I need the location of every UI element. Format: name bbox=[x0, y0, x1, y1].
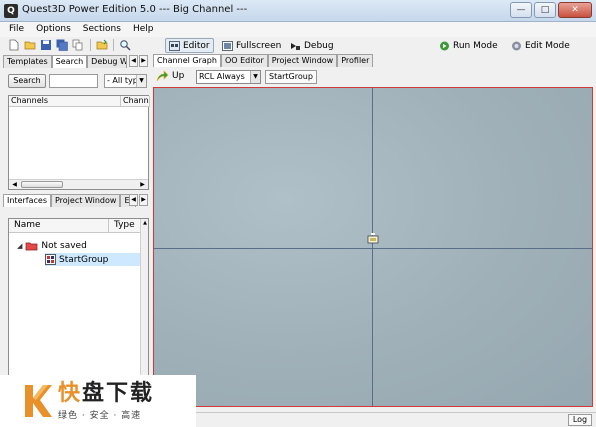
search-button[interactable]: Search bbox=[8, 74, 46, 88]
copy-icon[interactable] bbox=[72, 39, 84, 51]
channel-graph-canvas[interactable] bbox=[153, 87, 593, 407]
scroll-up-icon[interactable]: ▲ bbox=[141, 220, 149, 226]
right-panel: Channel Graph OO Editor Project Window P… bbox=[153, 54, 593, 412]
find-icon[interactable] bbox=[119, 39, 131, 51]
tree-item-label: StartGroup bbox=[59, 254, 109, 265]
left-top-tabs: Templates Search Debug Wi bbox=[3, 55, 128, 68]
tab-channel-graph[interactable]: Channel Graph bbox=[153, 54, 221, 67]
chevron-down-icon: ▼ bbox=[136, 75, 146, 87]
horizontal-axis-line bbox=[154, 248, 592, 249]
menu-bar: File Options Sections Help bbox=[0, 22, 596, 37]
menu-help[interactable]: Help bbox=[128, 22, 159, 37]
chevron-down-icon: ▼ bbox=[250, 71, 260, 83]
lower-tab-scroll-left-icon[interactable]: ◀ bbox=[129, 194, 138, 206]
fullscreen-icon bbox=[222, 40, 233, 51]
save-all-icon[interactable] bbox=[56, 39, 68, 51]
watermark-title-1: 快 bbox=[58, 380, 83, 406]
fullscreen-button[interactable]: Fullscreen bbox=[219, 38, 284, 53]
tree-item-startgroup[interactable]: StartGroup bbox=[45, 253, 141, 266]
column-channels[interactable]: Channels bbox=[9, 96, 121, 107]
project-icon bbox=[26, 242, 38, 251]
debug-icon bbox=[291, 42, 300, 50]
save-icon[interactable] bbox=[40, 39, 52, 51]
rcl-select[interactable]: RCL Always ▼ bbox=[196, 70, 261, 84]
close-button[interactable]: ✕ bbox=[558, 2, 592, 18]
tab-project-window[interactable]: Project Window bbox=[50, 194, 121, 207]
new-file-icon[interactable] bbox=[8, 39, 20, 51]
column-type[interactable]: Type bbox=[109, 219, 141, 233]
menu-sections[interactable]: Sections bbox=[78, 22, 126, 37]
tree-item-not-saved[interactable]: ◢ Not saved bbox=[17, 239, 87, 252]
canvas-background bbox=[154, 88, 592, 406]
open-folder-icon[interactable] bbox=[24, 39, 36, 51]
left-panel: Templates Search Debug Wi ◀ ▶ Search - A… bbox=[3, 54, 151, 411]
tab-profiler[interactable]: Profiler bbox=[337, 54, 374, 67]
startgroup-button[interactable]: StartGroup bbox=[265, 70, 317, 84]
run-mode-label: Run Mode bbox=[453, 40, 498, 51]
watermark-title: 快盘下载 bbox=[58, 380, 155, 406]
edit-mode-button[interactable]: Edit Mode bbox=[508, 38, 573, 53]
main-toolbar: Editor Fullscreen Debug Run Mode Edit Mo… bbox=[0, 37, 596, 53]
startgroup-node[interactable] bbox=[367, 233, 379, 244]
up-label: Up bbox=[172, 71, 185, 81]
watermark-title-2: 盘下载 bbox=[82, 380, 155, 406]
minimize-button[interactable]: — bbox=[510, 2, 532, 18]
channel-list[interactable]: Channels Channe ◀ ▶ bbox=[8, 95, 150, 190]
menu-options[interactable]: Options bbox=[31, 22, 76, 37]
tab-scroll-right-icon[interactable]: ▶ bbox=[139, 55, 148, 67]
search-row: Search - All typ ▼ bbox=[3, 68, 151, 92]
search-input[interactable] bbox=[49, 74, 98, 88]
tab-scroll-left-icon[interactable]: ◀ bbox=[129, 55, 138, 67]
scroll-thumb[interactable] bbox=[21, 181, 63, 188]
debug-label: Debug bbox=[304, 40, 334, 51]
editor-button[interactable]: Editor bbox=[165, 38, 214, 53]
title-bar: Q Quest3D Power Edition 5.0 --- Big Chan… bbox=[0, 0, 596, 22]
tab-project-window-right[interactable]: Project Window bbox=[267, 54, 338, 67]
menu-file[interactable]: File bbox=[4, 22, 29, 37]
up-arrow-icon bbox=[156, 70, 169, 82]
channel-list-hscrollbar[interactable]: ◀ ▶ bbox=[9, 179, 148, 189]
tab-search[interactable]: Search bbox=[51, 55, 88, 68]
edit-mode-icon bbox=[512, 41, 521, 50]
type-filter-select[interactable]: - All typ ▼ bbox=[104, 74, 147, 88]
window-title: Quest3D Power Edition 5.0 --- Big Channe… bbox=[22, 4, 248, 15]
edit-mode-label: Edit Mode bbox=[525, 40, 570, 51]
fullscreen-label: Fullscreen bbox=[236, 40, 282, 51]
k-logo-icon bbox=[25, 385, 52, 417]
tab-templates[interactable]: Templates bbox=[3, 55, 52, 68]
run-mode-button[interactable]: Run Mode bbox=[436, 38, 501, 53]
maximize-button[interactable]: □ bbox=[534, 2, 556, 18]
up-button[interactable]: Up bbox=[156, 70, 184, 82]
column-name[interactable]: Name bbox=[9, 219, 109, 233]
app-icon: Q bbox=[4, 4, 18, 18]
import-icon[interactable] bbox=[96, 39, 108, 51]
log-button[interactable]: Log bbox=[568, 414, 592, 426]
column-channel-type[interactable]: Channe bbox=[121, 96, 150, 107]
vertical-axis-line bbox=[372, 88, 373, 406]
editor-label: Editor bbox=[183, 40, 210, 51]
left-lower-tabs: Interfaces Project Window En bbox=[3, 194, 137, 207]
run-mode-icon bbox=[440, 41, 449, 50]
watermark-logo: 快盘下载 绿色 · 安全 · 高速 bbox=[0, 375, 196, 427]
channel-group-icon bbox=[45, 254, 56, 265]
tab-debug-window[interactable]: Debug Wi bbox=[87, 55, 128, 68]
tab-interfaces[interactable]: Interfaces bbox=[3, 194, 51, 207]
rcl-select-value: RCL Always bbox=[199, 72, 245, 81]
graph-tabs: Channel Graph OO Editor Project Window P… bbox=[153, 54, 374, 67]
tab-oo-editor[interactable]: OO Editor bbox=[220, 54, 268, 67]
debug-button[interactable]: Debug bbox=[287, 38, 337, 53]
scroll-right-icon[interactable]: ▶ bbox=[138, 180, 147, 189]
type-filter-value: - All typ bbox=[107, 76, 138, 85]
watermark-subtitle: 绿色 · 安全 · 高速 bbox=[58, 410, 142, 421]
graph-toolbar: Up RCL Always ▼ StartGroup bbox=[153, 68, 593, 86]
scroll-left-icon[interactable]: ◀ bbox=[10, 180, 19, 189]
editor-icon bbox=[169, 40, 180, 51]
lower-tab-scroll-right-icon[interactable]: ▶ bbox=[139, 194, 148, 206]
tree-item-label: Not saved bbox=[41, 240, 87, 251]
expand-triangle-icon[interactable]: ◢ bbox=[17, 242, 22, 250]
